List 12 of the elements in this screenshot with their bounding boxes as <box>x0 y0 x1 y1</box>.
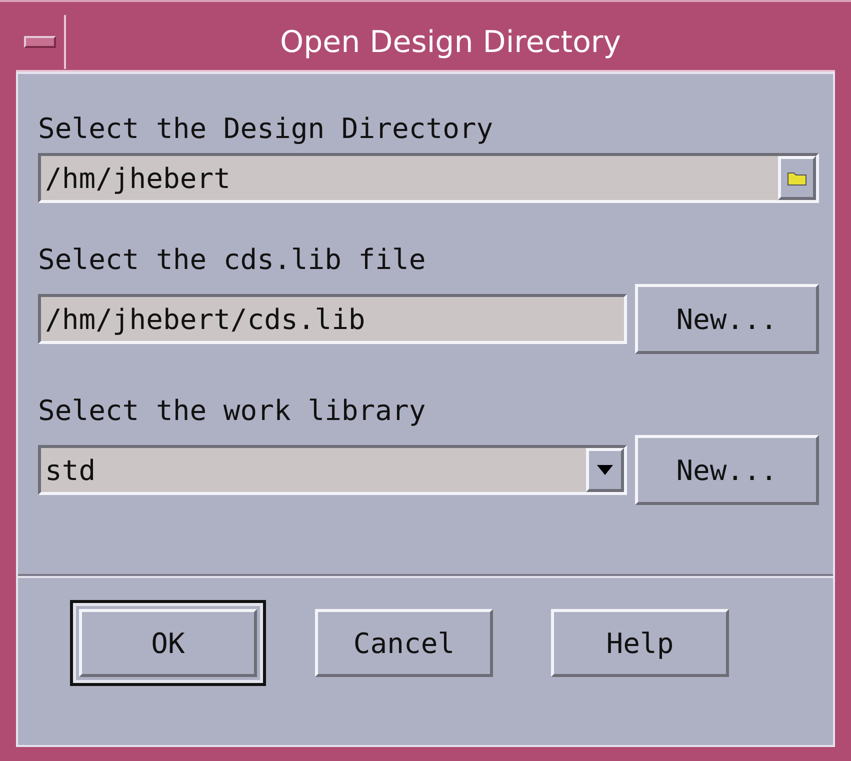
field-label: Select the cds.lib file <box>38 243 427 276</box>
dialog-button[interactable]: Cancel <box>315 609 493 677</box>
new-button[interactable]: New... <box>634 435 819 505</box>
input-field[interactable]: std <box>38 445 627 495</box>
dialog-button[interactable]: Help <box>551 609 729 677</box>
field-label: Select the Design Directory <box>38 112 494 145</box>
field-label: Select the work library <box>38 394 427 427</box>
window-title: Open Design Directory <box>278 24 622 60</box>
new-button[interactable]: New... <box>634 284 819 354</box>
default-button[interactable]: OK <box>79 609 257 677</box>
input-field[interactable]: /hm/jhebert <box>38 153 819 203</box>
input-field[interactable]: /hm/jhebert/cds.lib <box>38 294 627 344</box>
